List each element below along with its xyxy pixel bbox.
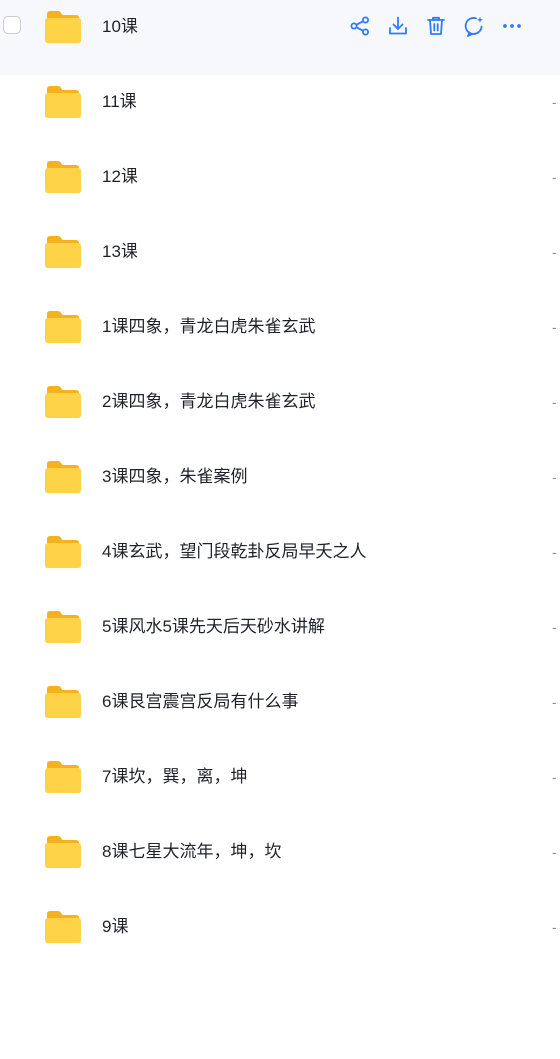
file-name[interactable]: 3课四象，朱雀案例 bbox=[102, 465, 247, 489]
file-row[interactable]: 8课七星大流年，坤，坎 - bbox=[0, 825, 560, 900]
file-name[interactable]: 7课坎，巽，离，坤 bbox=[102, 765, 247, 789]
row-trailing-value: - bbox=[552, 769, 557, 785]
file-row[interactable]: 4课玄武，望门段乾卦反局早夭之人 - bbox=[0, 525, 560, 600]
folder-icon bbox=[44, 235, 82, 269]
more-icon[interactable] bbox=[498, 12, 526, 40]
folder-icon bbox=[44, 685, 82, 719]
folder-icon bbox=[44, 610, 82, 644]
row-actions bbox=[346, 12, 526, 40]
folder-icon bbox=[44, 10, 82, 44]
file-name[interactable]: 4课玄武，望门段乾卦反局早夭之人 bbox=[102, 540, 366, 564]
file-name[interactable]: 6课艮宫震宫反局有什么事 bbox=[102, 690, 298, 714]
folder-icon bbox=[44, 760, 82, 794]
trash-icon[interactable] bbox=[422, 12, 450, 40]
folder-icon bbox=[44, 385, 82, 419]
file-row[interactable]: 9课 - bbox=[0, 900, 560, 975]
ai-chat-icon[interactable] bbox=[460, 12, 488, 40]
row-trailing-value: - bbox=[552, 919, 557, 935]
folder-icon bbox=[44, 460, 82, 494]
row-trailing-value: - bbox=[552, 694, 557, 710]
file-row[interactable]: 7课坎，巽，离，坤 - bbox=[0, 750, 560, 825]
file-list: 10课 11课 - 12课 - 13课 - 1课四象，青龙白虎朱雀玄武 - 2课… bbox=[0, 0, 560, 975]
row-trailing-value: - bbox=[552, 619, 557, 635]
file-row[interactable]: 13课 - bbox=[0, 225, 560, 300]
file-row[interactable]: 6课艮宫震宫反局有什么事 - bbox=[0, 675, 560, 750]
file-name[interactable]: 1课四象，青龙白虎朱雀玄武 bbox=[102, 315, 315, 339]
file-name[interactable]: 5课风水5课先天后天砂水讲解 bbox=[102, 615, 325, 639]
folder-icon bbox=[44, 535, 82, 569]
row-trailing-value: - bbox=[552, 394, 557, 410]
row-checkbox[interactable] bbox=[3, 16, 21, 34]
file-row[interactable]: 2课四象，青龙白虎朱雀玄武 - bbox=[0, 375, 560, 450]
folder-icon bbox=[44, 835, 82, 869]
file-row[interactable]: 11课 - bbox=[0, 75, 560, 150]
file-name[interactable]: 8课七星大流年，坤，坎 bbox=[102, 840, 281, 864]
file-row[interactable]: 12课 - bbox=[0, 150, 560, 225]
row-trailing-value: - bbox=[552, 544, 557, 560]
file-row[interactable]: 10课 bbox=[0, 0, 560, 75]
file-row[interactable]: 5课风水5课先天后天砂水讲解 - bbox=[0, 600, 560, 675]
share-icon[interactable] bbox=[346, 12, 374, 40]
file-name[interactable]: 13课 bbox=[102, 240, 138, 264]
row-trailing-value: - bbox=[552, 844, 557, 860]
row-trailing-value: - bbox=[552, 244, 557, 260]
file-name[interactable]: 11课 bbox=[102, 90, 137, 114]
file-name[interactable]: 2课四象，青龙白虎朱雀玄武 bbox=[102, 390, 315, 414]
file-name[interactable]: 9课 bbox=[102, 915, 128, 939]
file-row[interactable]: 3课四象，朱雀案例 - bbox=[0, 450, 560, 525]
row-trailing-value: - bbox=[552, 319, 557, 335]
row-trailing-value: - bbox=[552, 169, 557, 185]
folder-icon bbox=[44, 910, 82, 944]
folder-icon bbox=[44, 160, 82, 194]
file-row[interactable]: 1课四象，青龙白虎朱雀玄武 - bbox=[0, 300, 560, 375]
file-name[interactable]: 10课 bbox=[102, 15, 138, 39]
download-icon[interactable] bbox=[384, 12, 412, 40]
row-trailing-value: - bbox=[552, 469, 557, 485]
file-name[interactable]: 12课 bbox=[102, 165, 138, 189]
row-trailing-value: - bbox=[552, 94, 557, 110]
folder-icon bbox=[44, 310, 82, 344]
folder-icon bbox=[44, 85, 82, 119]
